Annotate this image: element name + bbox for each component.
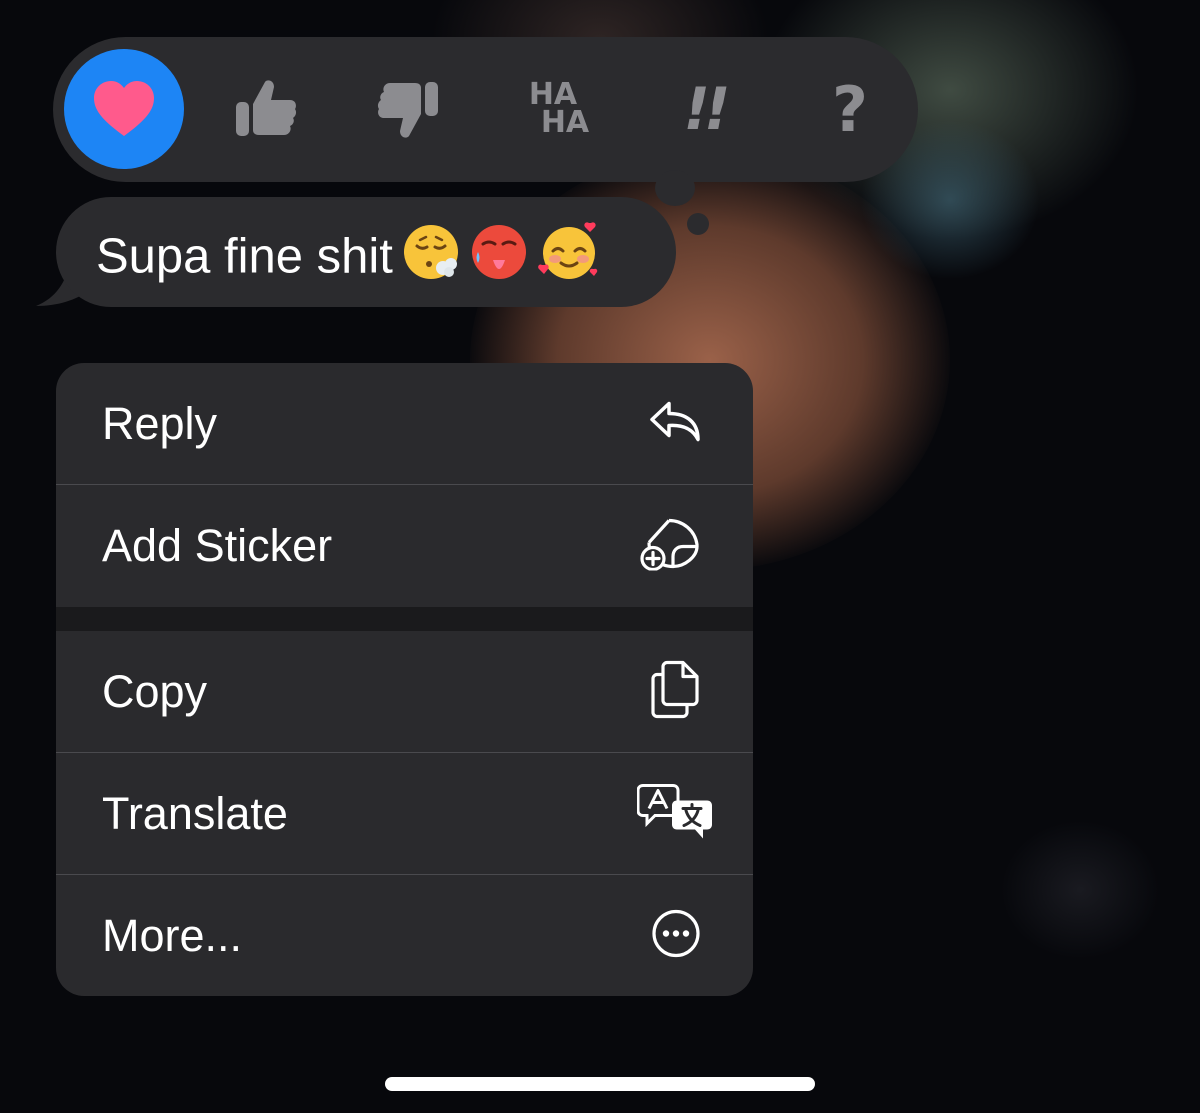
thumbs-down-icon bbox=[377, 82, 438, 138]
reply-arrow-icon bbox=[649, 400, 701, 447]
reaction-thumbs-up-button[interactable] bbox=[206, 49, 326, 169]
tapback-bar: HA HA !! ? bbox=[53, 37, 918, 182]
menu-item-copy[interactable]: Copy bbox=[56, 631, 753, 752]
tapback-connector-small bbox=[687, 213, 709, 235]
hot-face-icon bbox=[469, 222, 529, 297]
reaction-haha-button[interactable]: HA HA bbox=[499, 49, 619, 169]
reaction-emphasize-button[interactable]: !! bbox=[644, 49, 764, 169]
menu-item-more[interactable]: More... bbox=[56, 875, 753, 996]
sticker-add-icon bbox=[639, 516, 701, 575]
menu-item-add-sticker[interactable]: Add Sticker bbox=[56, 485, 753, 606]
copy-icon bbox=[651, 660, 701, 723]
context-menu: Reply Add Sticker Copy Translate More... bbox=[56, 363, 753, 996]
heart-icon bbox=[94, 81, 154, 136]
question-mark-icon: ? bbox=[832, 72, 868, 146]
home-indicator[interactable] bbox=[385, 1077, 815, 1091]
double-exclamation-icon: !! bbox=[683, 75, 731, 143]
tapback-connector-large bbox=[655, 170, 695, 206]
face-exhaling-icon bbox=[401, 222, 461, 297]
thumbs-up-icon bbox=[236, 80, 297, 136]
message-bubble[interactable]: Supa fine shit bbox=[56, 197, 676, 307]
haha-icon: HA HA bbox=[528, 77, 590, 140]
message-text: Supa fine shit bbox=[96, 221, 601, 298]
menu-group-divider bbox=[56, 607, 753, 631]
reaction-thumbs-down-button[interactable] bbox=[348, 49, 468, 169]
translate-icon bbox=[636, 782, 713, 845]
reaction-heart-button[interactable] bbox=[64, 49, 184, 169]
menu-group-secondary: Copy Translate More... bbox=[56, 631, 753, 996]
ellipsis-circle-icon bbox=[651, 908, 701, 963]
menu-item-translate[interactable]: Translate bbox=[56, 753, 753, 874]
smiling-face-with-hearts-icon bbox=[537, 221, 601, 298]
reaction-question-button[interactable]: ? bbox=[790, 49, 910, 169]
menu-group-primary: Reply Add Sticker bbox=[56, 363, 753, 607]
menu-item-reply[interactable]: Reply bbox=[56, 363, 753, 484]
